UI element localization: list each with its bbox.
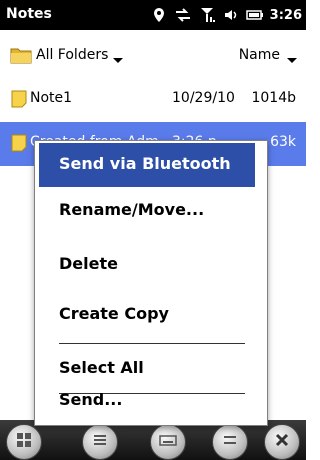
menu-item-label: Create Copy — [59, 304, 169, 323]
header-bar: All Folders Name — [0, 30, 306, 78]
menu-item-label: Rename/Move... — [59, 200, 205, 219]
note-date: 10/29/10 — [172, 90, 235, 106]
folder-label: All Folders — [36, 47, 109, 63]
sync-icon — [174, 6, 192, 24]
start-icon — [14, 430, 34, 454]
app-title: Notes — [6, 6, 52, 22]
note-icon — [10, 134, 28, 152]
sort-label: Name — [238, 47, 280, 63]
folder-icon — [10, 46, 32, 64]
bottom-bar — [0, 420, 306, 460]
menu-icon — [90, 430, 110, 454]
chevron-down-icon — [112, 50, 124, 63]
folder-dropdown[interactable]: All Folders — [10, 44, 124, 66]
menu-item-label: Send via Bluetooth — [59, 154, 231, 173]
chevron-down-icon — [286, 50, 298, 63]
menu-icon — [220, 430, 240, 454]
menu-item-label: Select All — [59, 358, 144, 377]
list-item[interactable]: Note1 10/29/10 1014b — [0, 78, 306, 122]
note-size: 1014b — [251, 90, 296, 106]
menu-item-create-copy[interactable]: Create Copy — [35, 295, 267, 335]
options-button[interactable] — [212, 424, 248, 460]
menu-item-delete[interactable]: Delete — [35, 245, 267, 285]
menu-item-label: Delete — [59, 254, 118, 273]
note-icon — [10, 90, 28, 108]
signal-icon — [198, 6, 216, 24]
start-button[interactable] — [6, 424, 42, 460]
sort-dropdown[interactable]: Name — [239, 44, 298, 66]
menu-item-label: Send... — [59, 390, 123, 409]
note-name: Note1 — [30, 90, 73, 106]
clock: 3:26 — [269, 7, 302, 23]
note-size: 63k — [270, 134, 296, 150]
close-button[interactable] — [264, 424, 300, 460]
keyboard-button[interactable] — [150, 424, 186, 460]
menu-item-send[interactable]: Send... — [35, 381, 267, 421]
status-icons: 3:26 — [150, 3, 302, 27]
menu-button[interactable] — [82, 424, 118, 460]
keyboard-icon — [158, 430, 178, 454]
battery-icon — [245, 6, 264, 24]
menu-item-send-via-bluetooth[interactable]: Send via Bluetooth — [39, 143, 255, 187]
context-menu: Send via Bluetooth Rename/Move... Delete… — [34, 140, 268, 426]
close-icon — [272, 430, 292, 454]
menu-item-rename-move[interactable]: Rename/Move... — [35, 191, 267, 231]
title-bar: Notes 3:26 — [0, 0, 306, 30]
volume-icon[interactable] — [222, 6, 240, 24]
menu-separator — [59, 343, 245, 344]
location-icon — [150, 6, 168, 24]
